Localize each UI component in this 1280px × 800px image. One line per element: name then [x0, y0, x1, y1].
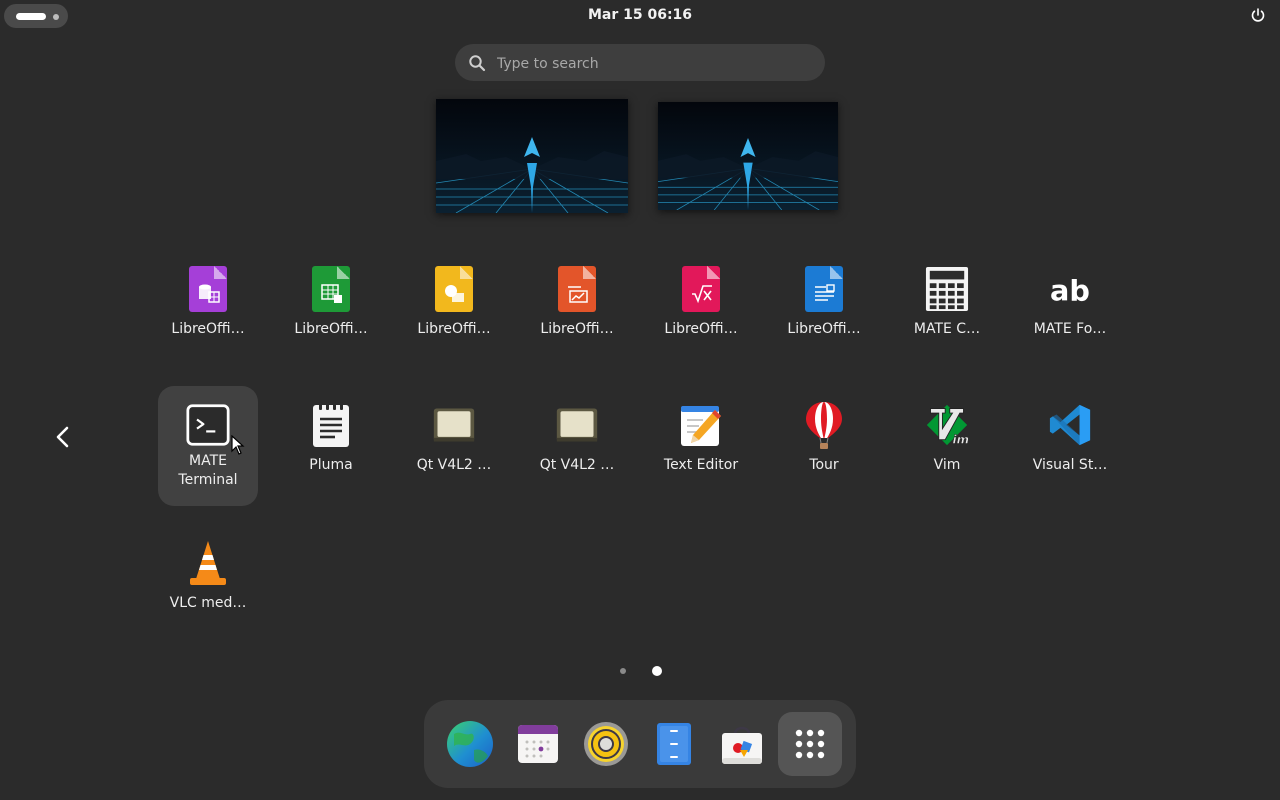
svg-text:im: im [953, 432, 970, 446]
clock[interactable]: Mar 15 06:16 [0, 7, 1280, 23]
tour-balloon-icon [806, 402, 842, 449]
app-vlc[interactable]: VLC med… [158, 526, 258, 626]
libreoffice-writer-icon [805, 266, 843, 312]
libreoffice-draw-icon [435, 266, 473, 312]
speaker-icon [584, 722, 628, 766]
page-dot-1[interactable] [620, 668, 626, 674]
app-label: LibreOffi… [294, 321, 368, 337]
search-input[interactable] [495, 44, 809, 83]
app-label: Visual St… [1032, 457, 1108, 473]
app-label: LibreOffi… [171, 321, 245, 337]
file-cabinet-icon [657, 723, 691, 765]
app-label: Tour [809, 457, 839, 473]
app-label: Pluma [309, 457, 353, 473]
app-label: VLC med… [169, 595, 247, 611]
app-label: LibreOffi… [787, 321, 861, 337]
app-qt-v4l2-2[interactable]: Qt V4L2 … [527, 386, 627, 486]
vim-icon: im [926, 404, 970, 447]
vlc-icon [190, 541, 226, 585]
app-libreoffice-base[interactable]: LibreOffi… [158, 256, 258, 356]
app-label: Vim [933, 457, 961, 473]
libreoffice-math-icon [682, 266, 720, 312]
libreoffice-calc-icon [312, 266, 350, 312]
pluma-icon [313, 402, 349, 447]
app-mate-font-viewer[interactable]: ab MATE Fo… [1020, 256, 1120, 356]
dock-web-browser[interactable] [438, 712, 502, 776]
libreoffice-impress-icon [558, 266, 596, 312]
app-label: LibreOffi… [664, 321, 738, 337]
dock [424, 700, 856, 788]
globe-icon [447, 721, 493, 767]
app-tour[interactable]: Tour [774, 386, 874, 486]
app-libreoffice-math[interactable]: LibreOffi… [651, 256, 751, 356]
font-viewer-icon: ab [1050, 273, 1090, 307]
top-bar: Mar 15 06:16 [0, 0, 1280, 32]
app-qt-v4l2-1[interactable]: Qt V4L2 … [404, 386, 504, 486]
dock-music-player[interactable] [574, 712, 638, 776]
app-label: Text Editor [663, 457, 739, 473]
search-icon [469, 55, 486, 72]
app-label: LibreOffi… [417, 321, 491, 337]
app-visual-studio-code[interactable]: Visual St… [1020, 386, 1120, 486]
app-mate-calculator[interactable]: MATE C… [897, 256, 997, 356]
workspace-thumbnail-1[interactable] [436, 99, 628, 213]
qt-v4l2-icon [556, 408, 598, 442]
dock-calendar[interactable] [506, 712, 570, 776]
svg-text:ab: ab [1050, 273, 1090, 307]
page-indicator [0, 666, 1280, 676]
mouse-pointer-icon [231, 435, 245, 455]
text-editor-icon [681, 406, 721, 446]
dock-show-apps[interactable] [778, 712, 842, 776]
libreoffice-base-icon [189, 266, 227, 312]
app-label: Qt V4L2 … [416, 457, 492, 473]
app-pluma[interactable]: Pluma [281, 386, 381, 486]
app-label: LibreOffi… [540, 321, 614, 337]
software-bag-icon [722, 726, 762, 764]
search-bar[interactable] [455, 44, 825, 83]
power-icon[interactable] [1250, 7, 1266, 23]
calculator-icon [925, 267, 969, 311]
app-vim[interactable]: im Vim [897, 386, 997, 486]
app-label: Qt V4L2 … [539, 457, 615, 473]
calendar-icon [518, 725, 558, 763]
app-libreoffice-calc[interactable]: LibreOffi… [281, 256, 381, 356]
workspace-thumbnail-2[interactable] [658, 102, 838, 210]
previous-page-chevron-icon[interactable] [50, 424, 76, 450]
terminal-icon [186, 404, 230, 446]
app-libreoffice-writer[interactable]: LibreOffi… [774, 256, 874, 356]
dock-files[interactable] [642, 712, 706, 776]
page-dot-2[interactable] [652, 666, 662, 676]
vscode-icon [1049, 404, 1091, 446]
dock-software[interactable] [710, 712, 774, 776]
app-libreoffice-impress[interactable]: LibreOffi… [527, 256, 627, 356]
app-label: MATE Terminal [178, 453, 238, 488]
app-libreoffice-draw[interactable]: LibreOffi… [404, 256, 504, 356]
qt-v4l2-icon [433, 408, 475, 442]
app-label: MATE Fo… [1033, 321, 1107, 337]
app-text-editor[interactable]: Text Editor [651, 386, 751, 486]
app-label: MATE C… [913, 321, 981, 337]
app-grid-icon [795, 729, 825, 759]
